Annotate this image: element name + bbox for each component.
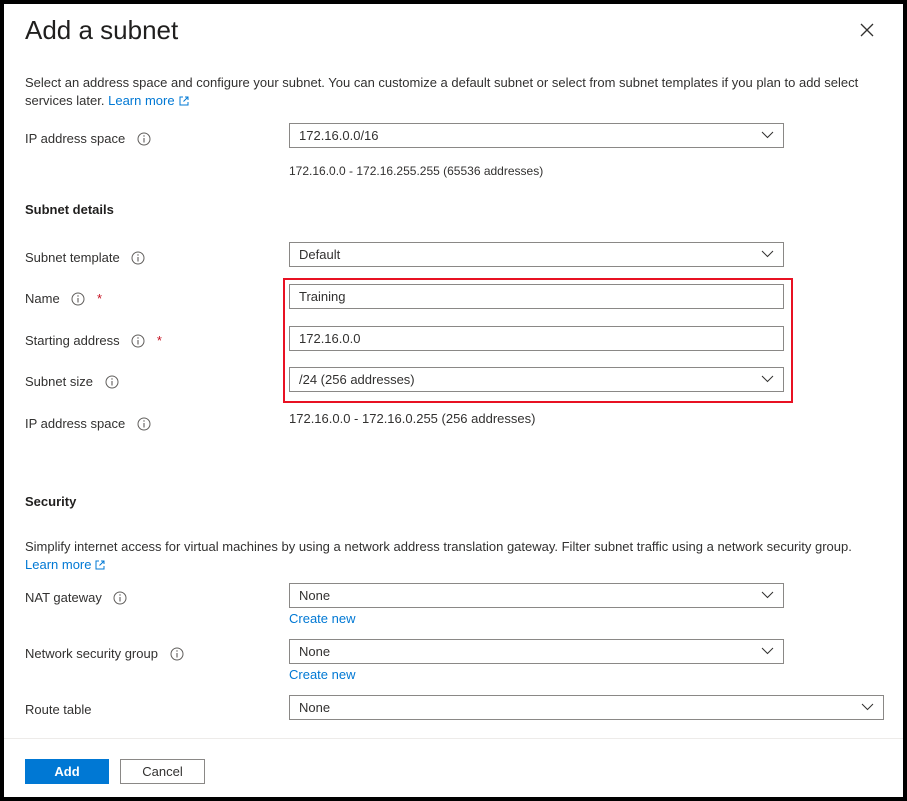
footer-divider	[4, 738, 903, 739]
nsg-create-new-link[interactable]: Create new	[289, 667, 355, 682]
security-description: Simplify internet access for virtual mac…	[25, 538, 865, 574]
chevron-down-icon	[761, 647, 774, 655]
starting-address-input[interactable]: 172.16.0.0	[289, 326, 784, 351]
external-link-icon	[179, 96, 189, 106]
security-learn-more-label: Learn more	[25, 557, 92, 572]
starting-address-label: Starting address *	[25, 333, 162, 348]
info-icon[interactable]	[71, 292, 85, 306]
cancel-button[interactable]: Cancel	[120, 759, 205, 784]
nat-gateway-dropdown[interactable]: None	[289, 583, 784, 608]
info-icon[interactable]	[131, 334, 145, 348]
address-range-text: 172.16.0.0 - 172.16.255.255 (65536 addre…	[289, 164, 544, 178]
add-subnet-panel: Add a subnet Select an address space and…	[4, 4, 903, 797]
learn-more-link[interactable]: Learn more	[108, 93, 189, 108]
info-icon[interactable]	[113, 591, 127, 605]
nsg-value: None	[299, 644, 331, 659]
subnet-size-value: /24 (256 addresses)	[299, 372, 415, 387]
info-icon[interactable]	[137, 417, 151, 431]
subnet-ip-space-text: IP address space	[25, 416, 126, 431]
nsg-label: Network security group	[25, 646, 184, 661]
nat-gateway-text: NAT gateway	[25, 590, 102, 605]
ip-address-space-dropdown[interactable]: 172.16.0.0/16	[289, 123, 784, 148]
learn-more-label: Learn more	[108, 93, 175, 108]
ip-address-space-value: 172.16.0.0/16	[299, 128, 379, 143]
required-asterisk: *	[156, 333, 162, 348]
security-heading: Security	[25, 494, 77, 509]
subnet-template-value: Default	[299, 247, 341, 262]
subnet-template-label: Subnet template	[25, 250, 145, 265]
chevron-down-icon	[761, 591, 774, 599]
info-icon[interactable]	[105, 375, 119, 389]
nat-create-new-link[interactable]: Create new	[289, 611, 355, 626]
name-input[interactable]: Training	[289, 284, 784, 309]
subnet-size-label: Subnet size	[25, 374, 119, 389]
subnet-size-dropdown[interactable]: /24 (256 addresses)	[289, 367, 784, 392]
starting-address-text: Starting address	[25, 333, 120, 348]
route-table-dropdown[interactable]: None	[289, 695, 884, 720]
security-learn-more-link[interactable]: Learn more	[25, 557, 105, 572]
panel-description: Select an address space and configure yo…	[25, 74, 865, 110]
ip-address-space-label: IP address space	[25, 131, 151, 146]
subnet-template-dropdown[interactable]: Default	[289, 242, 784, 267]
info-icon[interactable]	[131, 251, 145, 265]
chevron-down-icon	[761, 250, 774, 258]
nat-gateway-label: NAT gateway	[25, 590, 127, 605]
subnet-ip-space-label: IP address space	[25, 416, 151, 431]
info-icon[interactable]	[170, 647, 184, 661]
name-input-value: Training	[299, 289, 346, 304]
nsg-text: Network security group	[25, 646, 158, 661]
required-asterisk: *	[96, 291, 102, 306]
chevron-down-icon	[861, 703, 874, 711]
route-table-value: None	[299, 700, 331, 715]
subnet-template-text: Subnet template	[25, 250, 120, 265]
name-text: Name	[25, 291, 60, 306]
page-title: Add a subnet	[25, 15, 179, 45]
chevron-down-icon	[761, 375, 774, 383]
nsg-dropdown[interactable]: None	[289, 639, 784, 664]
ip-address-space-text: IP address space	[25, 131, 126, 146]
external-link-icon	[95, 560, 105, 570]
security-description-text: Simplify internet access for virtual mac…	[25, 539, 852, 554]
subnet-ip-range-text: 172.16.0.0 - 172.16.0.255 (256 addresses…	[289, 411, 536, 426]
route-table-label: Route table	[25, 702, 92, 717]
chevron-down-icon	[761, 131, 774, 139]
add-button[interactable]: Add	[25, 759, 109, 784]
info-icon[interactable]	[137, 132, 151, 146]
nat-gateway-value: None	[299, 588, 331, 603]
subnet-size-text: Subnet size	[25, 374, 93, 389]
close-icon[interactable]	[855, 18, 879, 42]
subnet-details-heading: Subnet details	[25, 202, 114, 217]
name-label: Name *	[25, 291, 102, 306]
starting-address-value: 172.16.0.0	[299, 331, 361, 346]
